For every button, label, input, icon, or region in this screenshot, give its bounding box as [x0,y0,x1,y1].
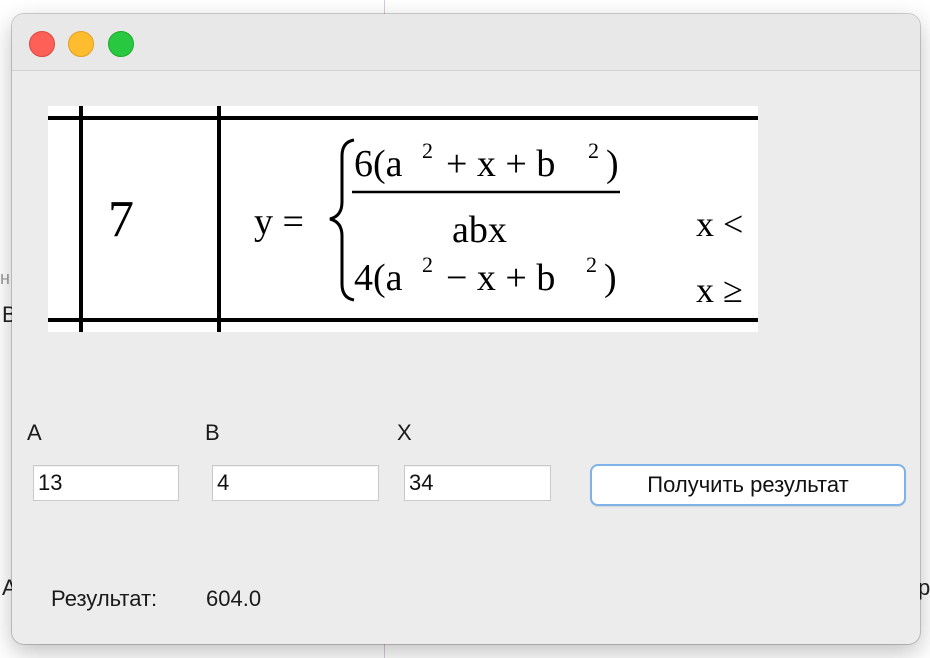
result-label: Результат: [51,586,158,611]
condition-top: x < [696,204,743,244]
row-number: 7 [108,191,134,248]
denominator: abx [452,209,507,251]
top-numerator-a: 6(a [354,143,403,185]
formula-lhs: y = [254,201,304,243]
background-text-fragment: н [0,268,10,288]
bottom-expression-mid: − x + b [446,257,555,299]
get-result-button[interactable]: Получить результат [590,464,906,506]
result-value: 604.0 [206,586,262,611]
formula-figure: 7 y = 6(a 2 + x + b 2 ) abx 4(a 2 − x + … [48,106,758,332]
app-window: 7 y = 6(a 2 + x + b 2 ) abx 4(a 2 − x + … [12,14,920,644]
top-numerator-mid: + x + b [446,143,555,185]
formula-image: 7 y = 6(a 2 + x + b 2 ) abx 4(a 2 − x + … [48,106,758,332]
maximize-window-button[interactable] [108,31,134,57]
bottom-expression-close: ) [604,257,617,299]
svg-text:6(a: 6(a [354,143,403,185]
top-exponent-1: 2 [422,138,433,163]
minimize-window-button[interactable] [68,31,94,57]
top-exponent-2: 2 [588,138,599,163]
bottom-exponent-1: 2 [422,252,433,277]
x-input[interactable]: 34 [404,465,551,501]
condition-bottom: x ≥ [696,270,743,310]
top-numerator-close: ) [606,143,619,185]
label-b: B [205,420,220,445]
bottom-exponent-2: 2 [586,252,597,277]
piecewise-brace [329,138,355,302]
a-input[interactable]: 13 [33,465,179,501]
b-input[interactable]: 4 [212,465,379,501]
label-x: X [397,420,412,445]
bottom-expression-a: 4(a [354,257,403,299]
close-window-button[interactable] [29,31,55,57]
label-a: A [27,420,42,445]
title-bar[interactable] [12,14,920,71]
